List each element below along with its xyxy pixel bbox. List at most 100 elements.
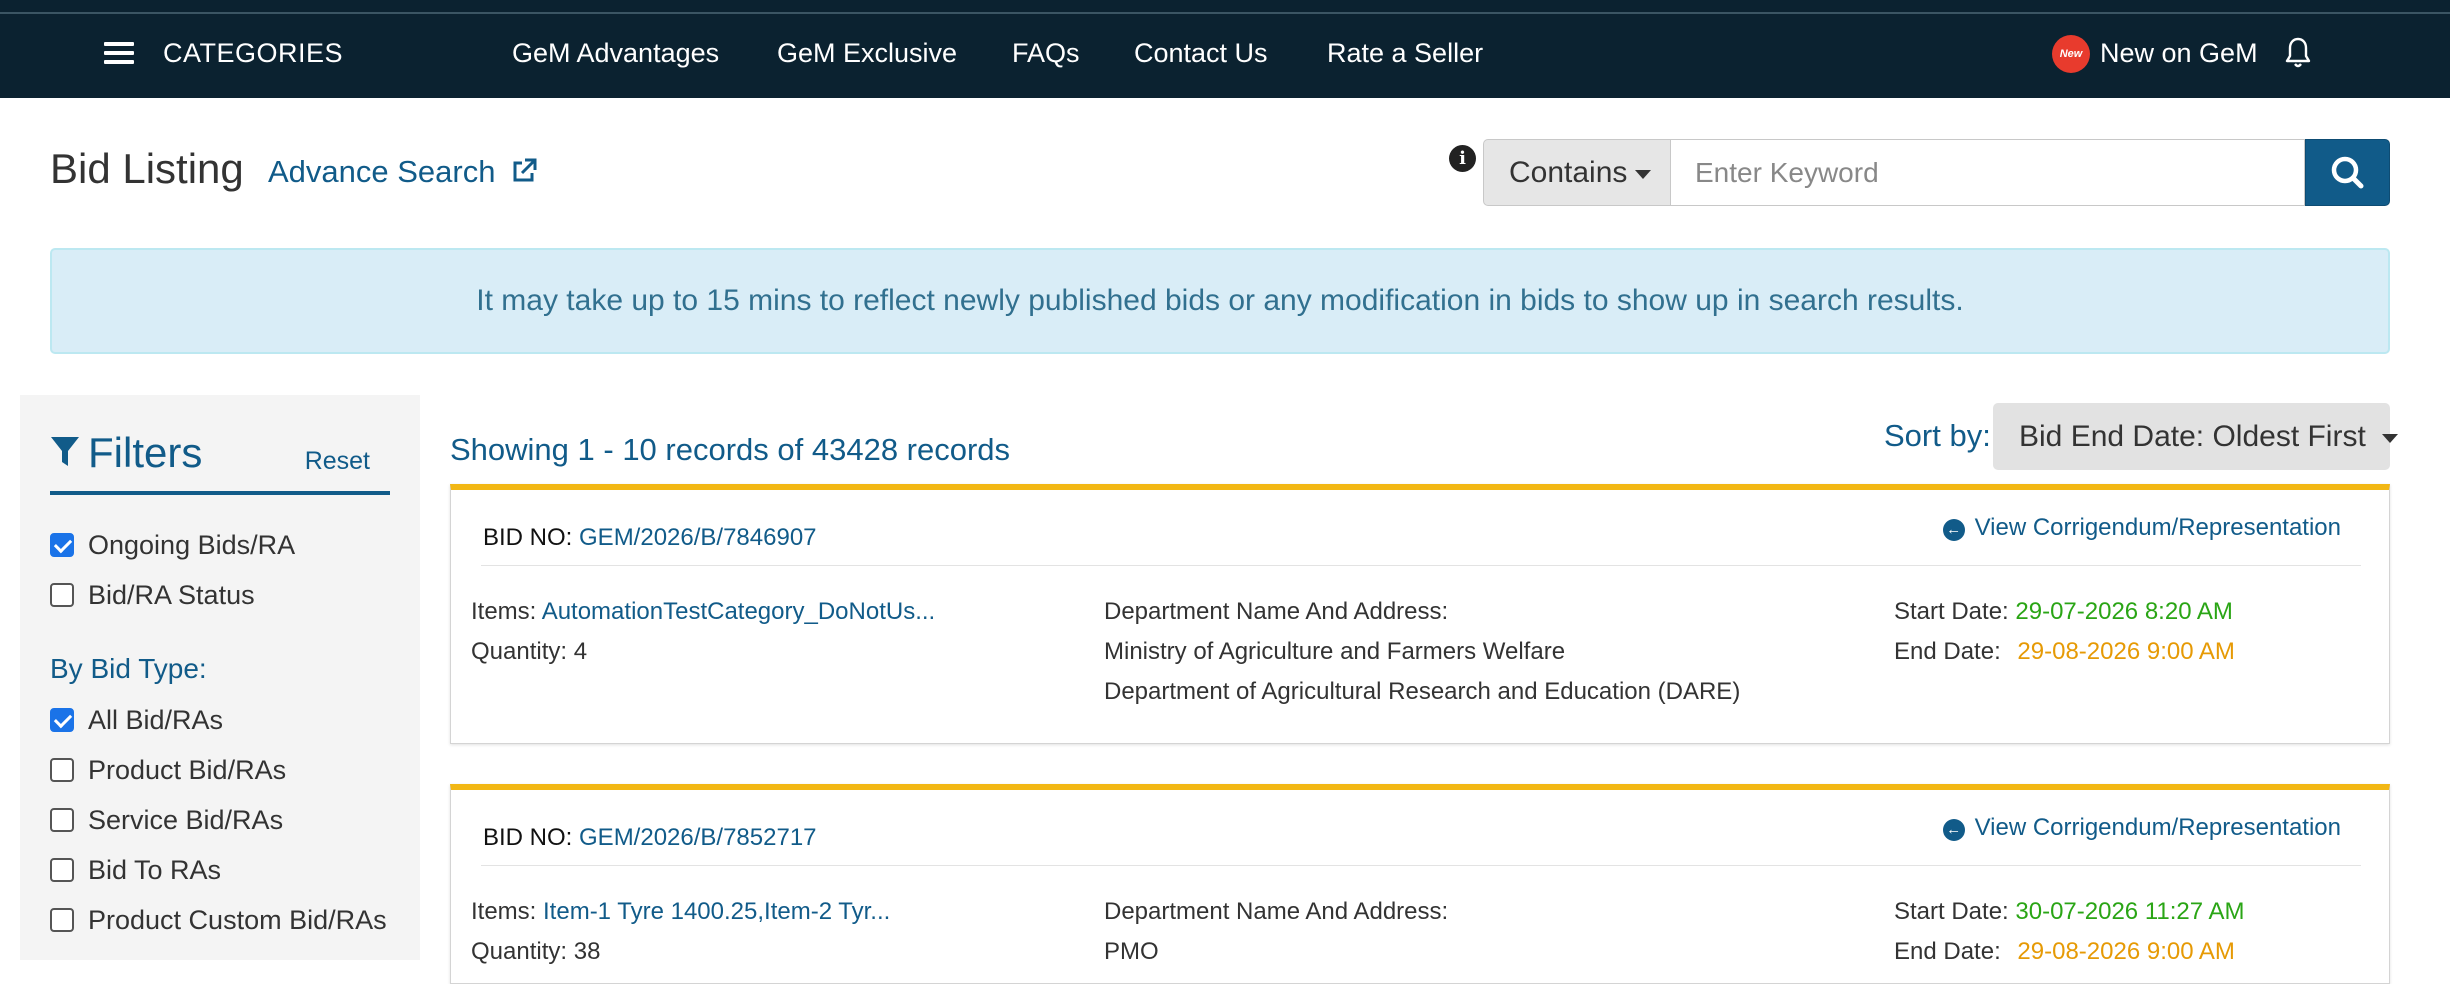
- caret-down-icon: [2381, 433, 2398, 443]
- categories-link[interactable]: CATEGORIES: [163, 38, 343, 69]
- filter-label: Product Bid/RAs: [88, 755, 287, 785]
- keyword-search-input[interactable]: [1670, 139, 2305, 206]
- start-date-value: 29-07-2026 8:20 AM: [2015, 598, 2233, 625]
- new-on-gem-link[interactable]: New on GeM: [2100, 38, 2258, 69]
- filter-label: Service Bid/RAs: [88, 805, 284, 835]
- nav-link-rate-a-seller[interactable]: Rate a Seller: [1327, 38, 1483, 69]
- filter-service-bid-ras[interactable]: Service Bid/RAs: [50, 805, 283, 836]
- search-icon: [2331, 156, 2364, 189]
- filters-title-text: Filters: [88, 429, 203, 476]
- department-ministry: Ministry of Agriculture and Farmers Welf…: [1104, 638, 1566, 665]
- items-label: Items:: [471, 898, 537, 925]
- department-label: Department Name And Address:: [1104, 598, 1449, 625]
- reset-filters-link[interactable]: Reset: [305, 447, 370, 476]
- items-field: Items: AutomationTestCategory_DoNotUs...: [471, 598, 935, 626]
- filter-label: Bid To RAs: [88, 855, 222, 885]
- top-navbar: CATEGORIES GeM Advantages GeM Exclusive …: [0, 14, 2450, 98]
- end-date-label: End Date:: [1894, 938, 2001, 965]
- hamburger-menu-icon[interactable]: [104, 42, 134, 64]
- top-strip: [0, 0, 2450, 14]
- checkbox[interactable]: [50, 808, 74, 832]
- bid-no-label: BID NO:: [483, 824, 573, 851]
- filters-panel: Filters Reset Ongoing Bids/RA Bid/RA Sta…: [20, 395, 420, 960]
- quantity-field: Quantity: 4: [471, 638, 587, 666]
- checkbox[interactable]: [50, 758, 74, 782]
- filter-label: Product Custom Bid/RAs: [88, 905, 387, 935]
- page-title: Bid Listing: [50, 145, 244, 192]
- end-date-value: 29-08-2026 9:00 AM: [2017, 638, 2235, 665]
- items-field: Items: Item-1 Tyre 1400.25,Item-2 Tyr...: [471, 898, 890, 926]
- nav-link-gem-exclusive[interactable]: GeM Exclusive: [777, 38, 957, 69]
- view-corrigendum-label: View Corrigendum/Representation: [1974, 814, 2341, 841]
- bid-no-label: BID NO:: [483, 524, 573, 551]
- advance-search-link[interactable]: Advance Search: [268, 154, 538, 190]
- end-date-label: End Date:: [1894, 638, 2001, 665]
- start-date-value: 30-07-2026 11:27 AM: [2015, 898, 2245, 925]
- arrow-circle-left-icon: ←: [1942, 819, 1965, 841]
- end-date-field: End Date: 29-08-2026 9:00 AM: [1894, 638, 2235, 666]
- checkbox[interactable]: [50, 583, 74, 607]
- filter-bid-ra-status[interactable]: Bid/RA Status: [50, 580, 255, 611]
- checkbox[interactable]: [50, 858, 74, 882]
- filter-product-custom-bid-ras[interactable]: Product Custom Bid/RAs: [50, 905, 387, 936]
- start-date-label: Start Date:: [1894, 898, 2009, 925]
- items-label: Items:: [471, 598, 537, 625]
- checkbox-checked[interactable]: [50, 533, 74, 557]
- info-alert: It may take up to 15 mins to reflect new…: [50, 248, 2390, 354]
- filter-label: All Bid/RAs: [88, 705, 224, 735]
- bid-number-link[interactable]: GEM/2026/B/7852717: [579, 824, 817, 851]
- end-date-field: End Date: 29-08-2026 9:00 AM: [1894, 938, 2235, 966]
- bid-card-header: BID NO: GEM/2026/B/7852717 ← View Corrige…: [481, 812, 2361, 866]
- view-corrigendum-link[interactable]: ← View Corrigendum/Representation: [1942, 814, 2341, 842]
- filter-label: Bid/RA Status: [88, 580, 255, 610]
- start-date-field: Start Date: 30-07-2026 11:27 AM: [1894, 898, 2244, 926]
- filter-product-bid-ras[interactable]: Product Bid/RAs: [50, 755, 286, 786]
- quantity-label: Quantity:: [471, 938, 568, 965]
- filter-all-bid-ras[interactable]: All Bid/RAs: [50, 705, 223, 736]
- filter-bid-to-ras[interactable]: Bid To RAs: [50, 855, 221, 886]
- advance-search-label: Advance Search: [268, 154, 496, 189]
- checkbox-checked[interactable]: [50, 708, 74, 732]
- quantity-label: Quantity:: [471, 638, 568, 665]
- records-count: Showing 1 - 10 records of 43428 records: [450, 432, 1011, 467]
- department-label: Department Name And Address:: [1104, 898, 1449, 925]
- contains-dropdown[interactable]: Contains: [1483, 139, 1671, 206]
- bid-card: BID NO: GEM/2026/B/7852717 ← View Corrige…: [450, 784, 2390, 984]
- nav-link-gem-advantages[interactable]: GeM Advantages: [512, 38, 719, 69]
- new-badge-icon: New: [2052, 35, 2090, 73]
- caret-down-icon: [1635, 169, 1652, 179]
- checkbox[interactable]: [50, 908, 74, 932]
- view-corrigendum-link[interactable]: ← View Corrigendum/Representation: [1942, 514, 2341, 542]
- bid-number: BID NO: GEM/2026/B/7852717: [483, 824, 817, 852]
- arrow-circle-left-icon: ←: [1942, 519, 1965, 541]
- sort-by-label: Sort by:: [1884, 418, 1991, 453]
- nav-link-contact-us[interactable]: Contact Us: [1134, 38, 1268, 69]
- sort-value: Bid End Date: Oldest First: [2019, 420, 2366, 453]
- quantity-field: Quantity: 38: [471, 938, 600, 966]
- filter-label: Ongoing Bids/RA: [88, 530, 296, 560]
- quantity-value: 38: [573, 938, 601, 965]
- bid-number-link[interactable]: GEM/2026/B/7846907: [579, 524, 817, 551]
- bid-card-header: BID NO: GEM/2026/B/7846907 ← View Corrige…: [481, 512, 2361, 566]
- search-button[interactable]: [2305, 139, 2390, 206]
- end-date-value: 29-08-2026 9:00 AM: [2017, 938, 2235, 965]
- items-link[interactable]: Item-1 Tyre 1400.25,Item-2 Tyr...: [543, 898, 890, 925]
- filters-title: Filters: [50, 429, 202, 477]
- filter-ongoing-bids[interactable]: Ongoing Bids/RA: [50, 530, 295, 561]
- sort-dropdown[interactable]: Bid End Date: Oldest First: [1993, 403, 2398, 470]
- info-icon[interactable]: i: [1449, 145, 1476, 172]
- by-bid-type-heading: By Bid Type:: [50, 653, 207, 684]
- notification-bell-icon[interactable]: [2285, 36, 2311, 70]
- external-link-icon: [513, 158, 537, 182]
- view-corrigendum-label: View Corrigendum/Representation: [1974, 514, 2341, 541]
- department-name: Department of Agricultural Research and …: [1104, 678, 1741, 705]
- contains-label: Contains: [1509, 156, 1628, 189]
- quantity-value: 4: [573, 638, 588, 665]
- filter-funnel-icon: [51, 437, 79, 466]
- search-bar: Contains: [1483, 139, 2390, 206]
- start-date-label: Start Date:: [1894, 598, 2009, 625]
- nav-link-faqs[interactable]: FAQs: [1012, 38, 1080, 69]
- bid-number: BID NO: GEM/2026/B/7846907: [483, 524, 817, 552]
- start-date-field: Start Date: 29-07-2026 8:20 AM: [1894, 598, 2233, 626]
- items-link[interactable]: AutomationTestCategory_DoNotUs...: [542, 598, 936, 625]
